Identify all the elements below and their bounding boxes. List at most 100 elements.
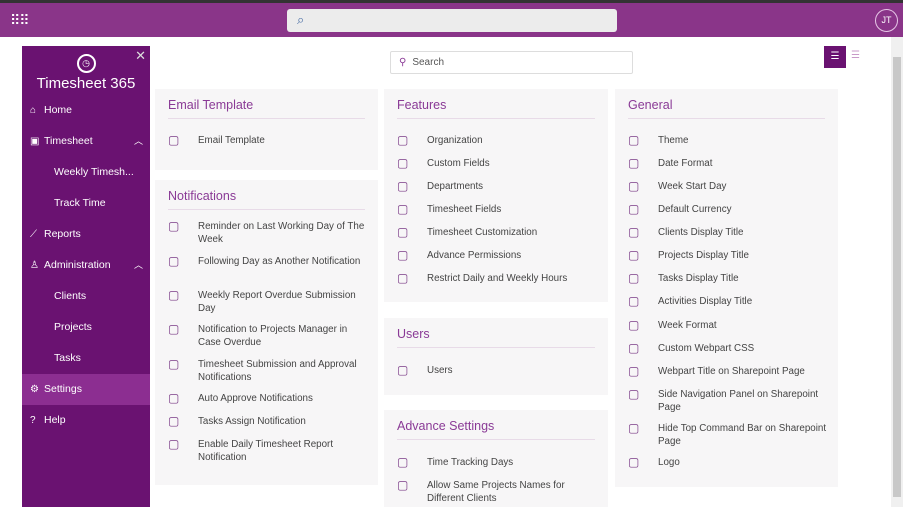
card-advance-settings: Advance Settings ▢ Time Tracking Days ▢ Allo… (384, 410, 608, 507)
chevron-up-icon[interactable]: ︿ (134, 250, 143, 281)
settings-link[interactable]: ▢ Notification to Projects Manager in Cas… (168, 323, 368, 349)
settings-link[interactable]: ▢ Activities Display Title (628, 295, 828, 308)
settings-link[interactable]: ▢ Timesheet Submission and Approval Notif… (168, 358, 368, 384)
settings-link[interactable]: ▢ Organization (397, 134, 597, 147)
setting-icon: ▢ (397, 133, 409, 147)
view-toggle-compact-button[interactable]: ☰ (851, 50, 860, 61)
settings-link[interactable]: ▢ Auto Approve Notifications (168, 392, 368, 405)
settings-link-label: Organization (427, 135, 483, 146)
app-launcher-icon[interactable]: ⠿⠿ (10, 12, 29, 29)
sidebar-item-label: Reports (44, 228, 81, 240)
settings-link-label: Week Start Day (658, 181, 727, 192)
settings-link-label: Clients Display Title (658, 227, 744, 238)
settings-link[interactable]: ▢ Webpart Title on Sharepoint Page (628, 365, 828, 378)
settings-link[interactable]: ▢ Default Currency (628, 203, 828, 216)
sidebar-item-help[interactable]: ? Help (22, 405, 150, 436)
setting-icon: ▢ (168, 357, 180, 371)
card-email-template: Email Template ▢ Email Template (155, 89, 378, 170)
settings-link[interactable]: ▢ Departments (397, 180, 597, 193)
settings-link-label: Tasks Display Title (658, 273, 739, 284)
settings-link-label: Timesheet Customization (427, 227, 538, 238)
sidebar-item-home[interactable]: ⌂ Home (22, 95, 150, 126)
settings-link-label: Activities Display Title (658, 296, 753, 307)
settings-link[interactable]: ▢ Reminder on Last Working Day of The Wee… (168, 220, 368, 246)
sidebar-item-weekly-timesh-[interactable]: Weekly Timesh... (22, 157, 150, 188)
app-title: Timesheet 365 (36, 75, 136, 92)
settings-link[interactable]: ▢ Email Template (168, 134, 368, 147)
app-logo: ◷ Timesheet 365 (22, 53, 150, 92)
settings-link[interactable]: ▢ Timesheet Fields (397, 203, 597, 216)
settings-link-label: Departments (427, 181, 484, 192)
nav-icon: ▣ (30, 136, 40, 147)
settings-link[interactable]: ▢ Hide Top Command Bar on Sharepoint Page (628, 422, 828, 448)
sidebar-item-administration[interactable]: ♙ Administration ︿ (22, 250, 150, 281)
nav-icon: ♙ (30, 260, 39, 271)
settings-link[interactable]: ▢ Week Format (628, 319, 828, 332)
settings-link[interactable]: ▢ Weekly Report Overdue Submission Day (168, 289, 368, 315)
setting-icon: ▢ (168, 414, 180, 428)
settings-link[interactable]: ▢ Following Day as Another Notification (168, 255, 368, 268)
settings-link[interactable]: ▢ Clients Display Title (628, 226, 828, 239)
settings-search-input[interactable]: ⚲ Search (390, 51, 633, 74)
setting-icon: ▢ (168, 288, 180, 302)
sidebar-item-projects[interactable]: Projects (22, 312, 150, 343)
settings-link-label: Email Template (198, 135, 265, 146)
view-toggle-list-button[interactable]: ☰ (824, 46, 846, 68)
settings-link[interactable]: ▢ Tasks Assign Notification (168, 415, 368, 428)
settings-link[interactable]: ▢ Logo (628, 456, 828, 469)
sidebar-item-reports[interactable]: ⟋ Reports (22, 219, 150, 250)
nav-icon: ? (30, 415, 36, 426)
settings-link-label: Restrict Daily and Weekly Hours (427, 273, 568, 284)
settings-link[interactable]: ▢ Theme (628, 134, 828, 147)
search-placeholder: Search (412, 57, 445, 68)
settings-link-label: Weekly Report Overdue Submission Day (198, 290, 356, 314)
settings-link[interactable]: ▢ Enable Daily Timesheet Report Notificat… (168, 438, 368, 464)
sidebar-item-label: Timesheet (44, 135, 93, 147)
settings-link[interactable]: ▢ Allow Same Projects Names for Different… (397, 479, 597, 505)
settings-link[interactable]: ▢ Users (397, 364, 597, 377)
settings-link-label: Following Day as Another Notification (198, 256, 361, 267)
settings-link-label: Time Tracking Days (427, 457, 514, 468)
global-search-input[interactable]: ⌕ (287, 9, 617, 32)
sidebar-item-track-time[interactable]: Track Time (22, 188, 150, 219)
setting-icon: ▢ (397, 156, 409, 170)
setting-icon: ▢ (628, 225, 640, 239)
settings-link[interactable]: ▢ Custom Webpart CSS (628, 342, 828, 355)
setting-icon: ▢ (628, 387, 640, 401)
setting-icon: ▢ (168, 322, 180, 336)
settings-link[interactable]: ▢ Custom Fields (397, 157, 597, 170)
settings-link-label: Custom Fields (427, 158, 490, 169)
sidebar-item-label: Help (44, 414, 66, 426)
settings-link[interactable]: ▢ Tasks Display Title (628, 272, 828, 285)
settings-link[interactable]: ▢ Side Navigation Panel on Sharepoint Pag… (628, 388, 828, 414)
setting-icon: ▢ (397, 179, 409, 193)
sidebar-item-settings[interactable]: ⚙ Settings (22, 374, 150, 405)
settings-link-label: Week Format (658, 320, 717, 331)
settings-link[interactable]: ▢ Date Format (628, 157, 828, 170)
setting-icon: ▢ (397, 248, 409, 262)
setting-icon: ▢ (628, 455, 640, 469)
sidebar-item-clients[interactable]: Clients (22, 281, 150, 312)
settings-link-label: Tasks Assign Notification (198, 416, 306, 427)
sidebar-item-label: Weekly Timesh... (54, 166, 134, 178)
sidebar-item-timesheet[interactable]: ▣ Timesheet ︿ (22, 126, 150, 157)
sidebar-item-tasks[interactable]: Tasks (22, 343, 150, 374)
card-features: Features ▢ Organization ▢ Custom Fields ▢ Depa… (384, 89, 608, 302)
card-title: General (628, 98, 825, 119)
setting-icon: ▢ (397, 478, 409, 492)
settings-link[interactable]: ▢ Time Tracking Days (397, 456, 597, 469)
settings-link[interactable]: ▢ Timesheet Customization (397, 226, 597, 239)
setting-icon: ▢ (628, 294, 640, 308)
search-icon: ⌕ (297, 12, 305, 27)
settings-link-label: Auto Approve Notifications (198, 393, 313, 404)
settings-link[interactable]: ▢ Restrict Daily and Weekly Hours (397, 272, 597, 285)
settings-link[interactable]: ▢ Advance Permissions (397, 249, 597, 262)
chevron-up-icon[interactable]: ︿ (134, 126, 143, 157)
scrollbar-thumb[interactable] (893, 57, 901, 497)
settings-link[interactable]: ▢ Week Start Day (628, 180, 828, 193)
settings-link[interactable]: ▢ Projects Display Title (628, 249, 828, 262)
setting-icon: ▢ (168, 437, 180, 451)
avatar[interactable]: JT (875, 9, 898, 32)
setting-icon: ▢ (628, 318, 640, 332)
card-title: Advance Settings (397, 419, 595, 440)
